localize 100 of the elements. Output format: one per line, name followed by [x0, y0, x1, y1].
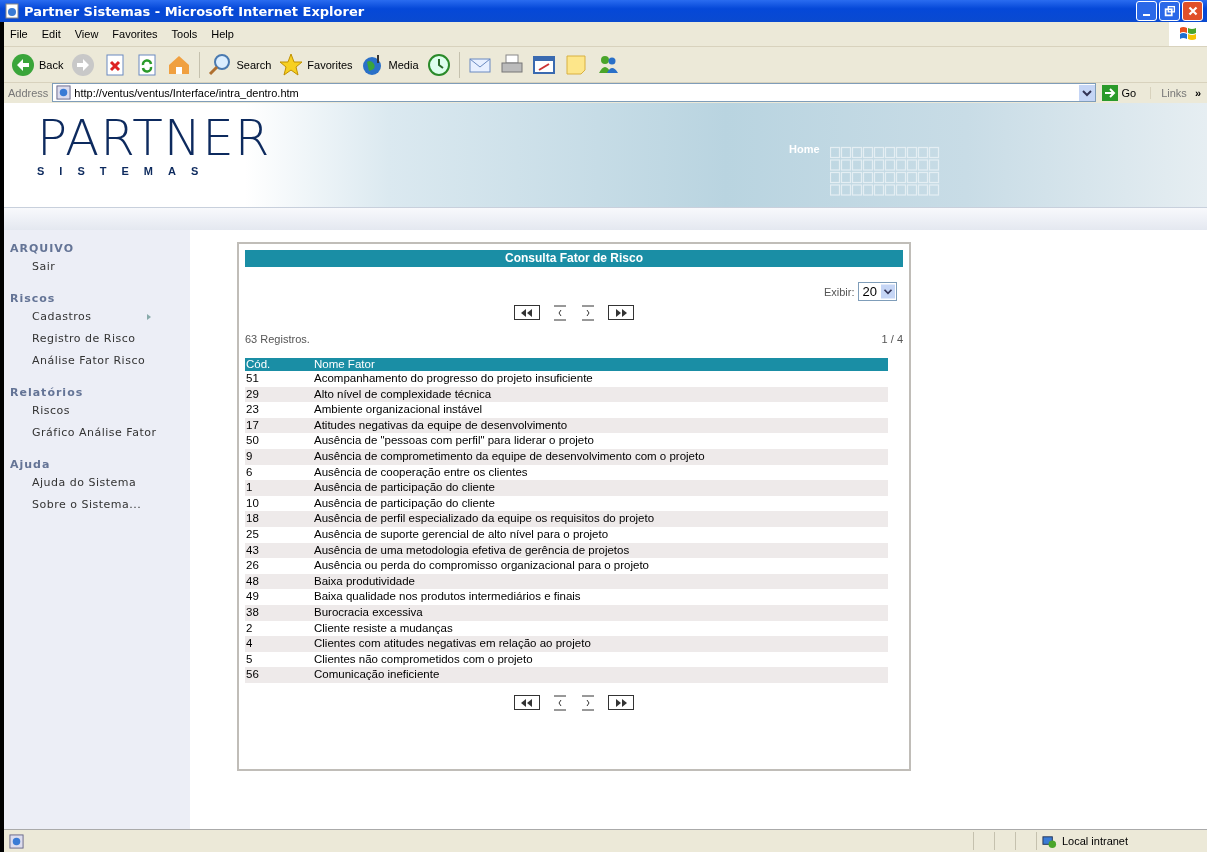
table-cell: 5 [246, 652, 253, 665]
restore-button[interactable] [1159, 1, 1180, 21]
table-cell: 18 [246, 512, 259, 525]
table-cell: Ausência de comprometimento da equipe de desenvolvimento com o projeto [314, 449, 705, 462]
table-cell: 50 [246, 434, 259, 447]
menu-item[interactable]: View [68, 28, 107, 40]
table-cell: Baixa qualidade nos produtos intermediários e finais [314, 590, 581, 603]
prev-page-button[interactable] [552, 305, 568, 321]
page-icon [56, 85, 72, 100]
favorites-icon [279, 52, 304, 77]
next-page-button[interactable] [580, 305, 596, 321]
last-page-button[interactable] [608, 305, 634, 321]
table-cell: Ausência de uma metodologia efetiva de gerência de projetos [314, 543, 630, 556]
zone-label: Local intranet [1062, 835, 1129, 847]
next-page-button[interactable] [580, 694, 596, 711]
sidebar-heading: ARQUIVO [9, 242, 76, 256]
menu-item[interactable]: Help [205, 28, 242, 40]
table-cell: Atitudes negativas da equipe de desenvolvimento [314, 418, 568, 431]
sidebar-heading: Riscos [9, 292, 57, 306]
table-cell: 49 [246, 590, 259, 603]
search-icon [208, 52, 233, 77]
back-icon [11, 52, 35, 77]
sidebar-item[interactable]: Análise Fator Risco [4, 350, 190, 372]
logo: PARTNER SISTEMAS [36, 108, 271, 179]
table-cell: Acompanhamento do progresso do projeto insuficiente [314, 372, 593, 384]
table-cell: Ausência de participação do cliente [314, 496, 495, 509]
last-page-button[interactable] [608, 694, 634, 711]
page-size-select[interactable]: 20 [857, 282, 897, 301]
restore-icon [1162, 4, 1177, 18]
menu-item[interactable]: File [4, 28, 36, 40]
network-icon [1042, 833, 1057, 849]
page-icon [9, 833, 24, 849]
table-cell: Ausência de "pessoas com perfil" para liderar o projeto [314, 434, 594, 447]
dropdown-icon[interactable] [1078, 84, 1095, 101]
exibir-label: Exibir: [823, 285, 855, 298]
dropdown-icon [881, 284, 895, 299]
table-cell: 25 [246, 527, 259, 540]
minimize-button[interactable] [1136, 1, 1157, 21]
window-title: Partner Sistemas - Microsoft Internet Explorer [24, 3, 366, 19]
toolbar-button[interactable]: Search [205, 49, 275, 80]
table-cell: Ausência de perfil especializado da equipe os requisitos do projeto [314, 512, 655, 525]
table-cell: 6 [246, 465, 253, 478]
sidebar-heading: Ajuda [9, 458, 52, 472]
column-header: Cód. [246, 358, 271, 370]
close-button[interactable] [1182, 1, 1203, 21]
browser-icon [4, 3, 20, 19]
sidebar-item[interactable]: Cadastros [4, 306, 190, 328]
minimize-icon [1143, 14, 1150, 16]
record-count: 63 Registros. [245, 333, 310, 345]
sidebar-item[interactable]: Gráfico Análise Fator [4, 422, 190, 444]
prev-page-button[interactable] [552, 694, 568, 711]
address-field[interactable]: http://ventus/ventus/Interface/intra_dentro.htm [52, 83, 1096, 102]
table-cell: 26 [246, 559, 259, 572]
address-label: Address [7, 86, 50, 99]
table-cell: 23 [246, 403, 259, 416]
sidebar-item[interactable]: Sobre o Sistema... [4, 494, 190, 516]
sidebar-item[interactable]: Registro de Risco [4, 328, 190, 350]
links-label[interactable]: Links [1150, 86, 1191, 99]
table-cell: Ausência de suporte gerencial de alto nível para o projeto [314, 527, 609, 540]
table-cell: Clientes não comprometidos com o projeto [314, 652, 533, 665]
first-page-button[interactable] [514, 305, 540, 321]
table-cell: Baixa produtividade [314, 574, 415, 587]
toolbar-button[interactable]: Media [357, 49, 422, 80]
history-icon [426, 52, 451, 77]
table-cell: 4 [246, 637, 253, 650]
sidebar-item[interactable]: Ajuda do Sistema [4, 472, 190, 494]
first-page-button[interactable] [514, 694, 540, 711]
table-cell: Clientes com atitudes negativas em relação ao projeto [314, 637, 591, 650]
go-button[interactable]: Go [1095, 84, 1151, 101]
table-cell: 29 [246, 387, 259, 400]
table-cell: Comunicação ineficiente [314, 668, 440, 681]
menu-item[interactable]: Edit [35, 28, 69, 40]
sidebar-item[interactable]: Sair [4, 256, 190, 278]
note-icon [563, 52, 588, 77]
table-cell: 2 [246, 621, 253, 634]
table-cell: 38 [246, 605, 259, 618]
table-cell: Ausência de cooperação entre os clientes [314, 465, 528, 478]
sidebar-heading: Relatórios [9, 386, 85, 400]
page-indicator: 1 / 4 [881, 333, 903, 345]
table-cell: Ambiente organizacional instável [314, 403, 483, 416]
column-header: Nome Fator [314, 358, 375, 370]
table-cell: 56 [246, 668, 259, 681]
more-button[interactable]: » [1190, 86, 1207, 99]
table-cell: 9 [246, 449, 253, 462]
table-cell: 48 [246, 574, 259, 587]
table-cell: 10 [246, 496, 259, 509]
table-cell: 51 [246, 372, 259, 384]
toolbar-button[interactable]: Back [8, 49, 67, 80]
forward-icon [71, 52, 96, 77]
sidebar-item[interactable]: Riscos [4, 400, 190, 422]
table-cell: Cliente resiste a mudanças [314, 621, 453, 634]
menu-item[interactable]: Tools [165, 28, 206, 40]
table-cell: Burocracia excessiva [314, 605, 423, 618]
table-cell: Alto nível de complexidade técnica [314, 387, 492, 400]
table-cell: 1 [246, 481, 253, 494]
menu-item[interactable]: Favorites [106, 28, 166, 40]
toolbar-button[interactable]: Favorites [276, 49, 356, 80]
table-cell: Ausência ou perda do compromisso organizacional para o projeto [314, 559, 649, 572]
arrow-icon [1101, 84, 1118, 101]
panel-title: Consulta Fator de Risco [245, 250, 903, 267]
